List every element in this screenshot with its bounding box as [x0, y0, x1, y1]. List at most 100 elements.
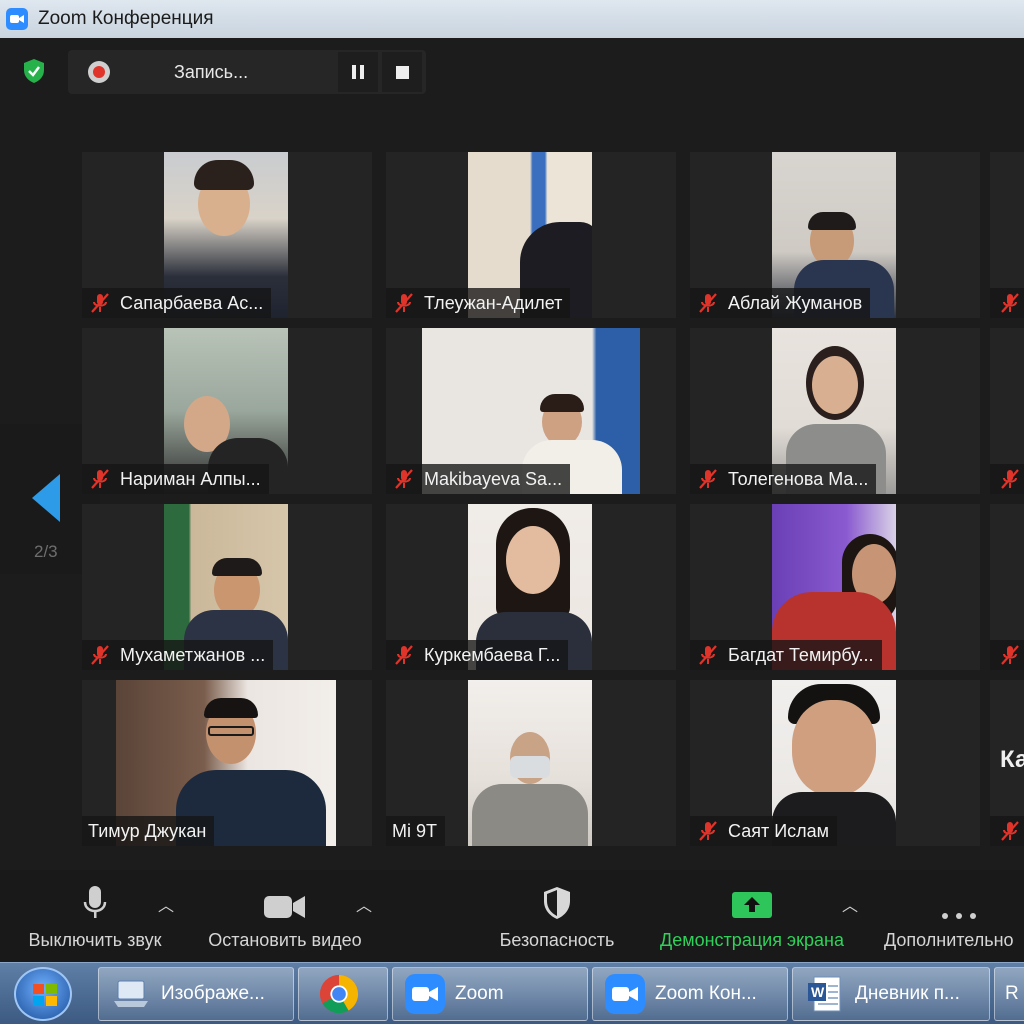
- taskbar-label: R: [1005, 983, 1019, 1004]
- start-button[interactable]: [14, 967, 72, 1021]
- stop-icon: [395, 65, 409, 79]
- mic-muted-icon: [1001, 469, 1019, 489]
- participant-name-tag: [990, 640, 1024, 670]
- participant-tile[interactable]: Тлеужан-Адилет: [386, 152, 676, 318]
- previous-page-arrow-icon[interactable]: [32, 474, 60, 522]
- video-options-caret-icon[interactable]: ︿: [356, 892, 372, 916]
- mic-muted-icon: [91, 469, 109, 489]
- meeting-toolbar: Выключить звук ︿ Остановить видео ︿ Безо…: [0, 870, 1024, 962]
- participant-tile[interactable]: Толегенова Ма...: [690, 328, 980, 494]
- zoom-screen: Zoom Конференция Запись... 2/3 Сапарбаев…: [0, 0, 1024, 1024]
- security-button[interactable]: Безопасность: [492, 870, 622, 951]
- zoom-camera-icon: [6, 8, 28, 30]
- taskbar-label: Изображе...: [161, 983, 265, 1004]
- mic-muted-icon: [1001, 821, 1019, 841]
- recording-label: Запись...: [174, 61, 249, 82]
- participant-name-tag: Мухаметжанов ...: [82, 640, 274, 670]
- taskbar-label: Zoom: [455, 983, 504, 1004]
- participant-name-tag: Mi 9T: [386, 816, 445, 846]
- taskbar-item-zoom-meeting[interactable]: Zoom Кон...: [592, 967, 788, 1021]
- participant-name: Тимур Джукан: [88, 820, 207, 841]
- participant-name: Mi 9T: [392, 820, 437, 841]
- mic-muted-icon: [91, 293, 109, 313]
- participant-tile[interactable]: Mi 9T: [386, 680, 676, 846]
- participant-video: [468, 680, 592, 846]
- partial-participant-tile[interactable]: [990, 152, 1024, 318]
- laptop-icon: [111, 974, 151, 1014]
- participant-tile[interactable]: Мухаметжанов ...: [82, 504, 372, 670]
- window-title: Zoom Конференция: [38, 8, 214, 29]
- participant-tile[interactable]: Аблай Жуманов: [690, 152, 980, 318]
- share-screen-button[interactable]: Демонстрация экрана: [646, 870, 858, 951]
- participant-name-tag: Сапарбаева Ас...: [82, 288, 272, 318]
- partial-participant-tile[interactable]: Ка: [990, 680, 1024, 846]
- pause-recording-button[interactable]: [338, 52, 378, 92]
- share-options-caret-icon[interactable]: ︿: [842, 892, 858, 916]
- meeting-area: Запись... 2/3 Сапарбаева Ас... Тлеужан-А…: [0, 38, 1024, 960]
- partial-participant-tile[interactable]: [990, 328, 1024, 494]
- participant-tile[interactable]: Нариман Алпы...: [82, 328, 372, 494]
- participant-name-tag: [990, 464, 1024, 494]
- partial-participant-initials: Ка: [1000, 746, 1024, 773]
- more-button[interactable]: Дополнительно: [884, 870, 1024, 951]
- participant-tile[interactable]: Багдат Темирбу...: [690, 504, 980, 670]
- security-label: Безопасность: [499, 930, 615, 950]
- windows-taskbar: Изображе... Zoom Zoom Кон... W Дневник п…: [0, 962, 1024, 1024]
- participant-name-tag: [990, 816, 1024, 846]
- participant-tile[interactable]: Куркембаева Г...: [386, 504, 676, 670]
- partial-participant-tile[interactable]: [990, 504, 1024, 670]
- participant-name-tag: Аблай Жуманов: [690, 288, 871, 318]
- participant-name-tag: Толегенова Ма...: [690, 464, 877, 494]
- participant-name-tag: Багдат Темирбу...: [690, 640, 882, 670]
- more-dots-icon: [884, 870, 1024, 920]
- participant-tile[interactable]: Тимур Джукан: [82, 680, 372, 846]
- taskbar-item-word-document[interactable]: W Дневник п...: [792, 967, 990, 1021]
- video-camera-icon: [264, 870, 306, 920]
- participant-name: Саят Ислам: [728, 820, 830, 841]
- participant-name-tag: Нариман Алпы...: [82, 464, 269, 494]
- participant-name: Куркембаева Г...: [424, 644, 561, 665]
- windows-logo-icon: [33, 984, 57, 1006]
- more-label: Дополнительно: [884, 930, 1014, 950]
- participant-name-tag: Makibayeva Sa...: [386, 464, 571, 494]
- participant-name: Аблай Жуманов: [728, 292, 863, 313]
- page-indicator: 2/3: [34, 542, 58, 561]
- taskbar-item-zoom[interactable]: Zoom: [392, 967, 588, 1021]
- microphone-icon: [82, 870, 108, 920]
- taskbar-item-chrome[interactable]: [298, 967, 388, 1021]
- participant-name: Сапарбаева Ас...: [120, 292, 264, 313]
- mute-button[interactable]: Выключить звук: [18, 870, 172, 951]
- mute-label: Выключить звук: [28, 930, 162, 950]
- pause-icon: [352, 65, 364, 79]
- svg-text:W: W: [811, 984, 825, 1000]
- zoom-app-icon: [605, 974, 645, 1014]
- participant-name: Толегенова Ма...: [728, 468, 869, 489]
- taskbar-item-partial[interactable]: R: [994, 967, 1024, 1021]
- stop-video-button[interactable]: Остановить видео: [200, 870, 370, 951]
- mic-muted-icon: [699, 645, 717, 665]
- participant-name-tag: Тимур Джукан: [82, 816, 215, 846]
- taskbar-label: Дневник п...: [855, 983, 960, 1004]
- audio-options-caret-icon[interactable]: ︿: [158, 892, 174, 916]
- taskbar-item-images[interactable]: Изображе...: [98, 967, 294, 1021]
- participant-name-tag: [990, 288, 1024, 318]
- mic-muted-icon: [699, 293, 717, 313]
- security-shield-icon: [542, 870, 572, 920]
- participant-name: Makibayeva Sa...: [424, 468, 563, 489]
- mic-muted-icon: [395, 293, 413, 313]
- participant-tile[interactable]: Сапарбаева Ас...: [82, 152, 372, 318]
- encryption-shield-icon[interactable]: [22, 58, 46, 84]
- participant-tile[interactable]: Саят Ислам: [690, 680, 980, 846]
- participant-tile[interactable]: Makibayeva Sa...: [386, 328, 676, 494]
- window-titlebar: Zoom Конференция: [0, 0, 1024, 38]
- participant-name: Нариман Алпы...: [120, 468, 261, 489]
- mic-muted-icon: [699, 469, 717, 489]
- video-label: Остановить видео: [208, 930, 362, 950]
- stop-recording-button[interactable]: [382, 52, 422, 92]
- share-screen-icon: [732, 870, 772, 920]
- participant-name: Мухаметжанов ...: [120, 644, 266, 665]
- chrome-icon: [319, 974, 359, 1014]
- mic-muted-icon: [395, 469, 413, 489]
- participant-name: Багдат Темирбу...: [728, 644, 874, 665]
- mic-muted-icon: [91, 645, 109, 665]
